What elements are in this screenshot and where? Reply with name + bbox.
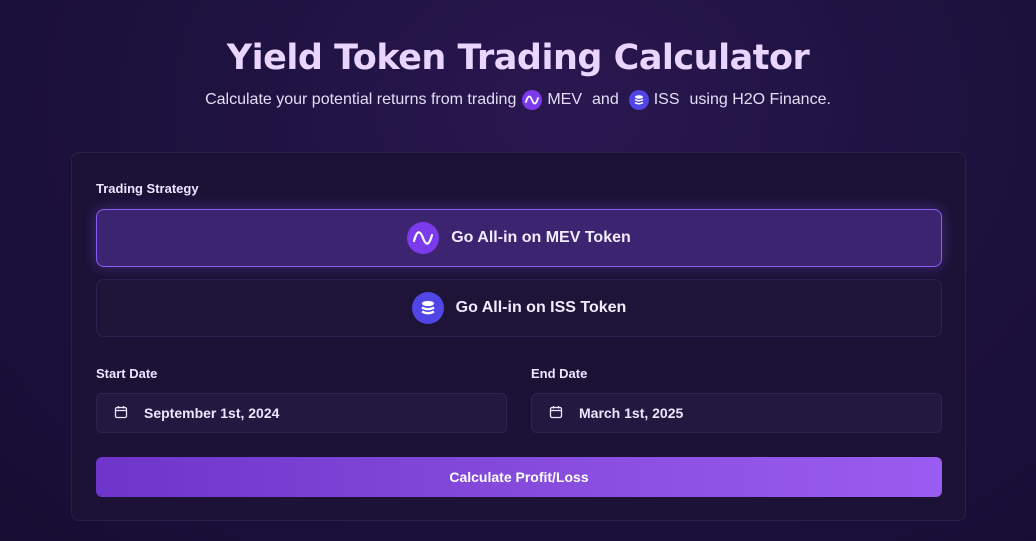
subtitle-conjunction: and [592, 91, 619, 108]
subtitle-suffix: using H2O Finance. [689, 91, 831, 108]
start-date-picker[interactable]: September 1st, 2024 [96, 393, 507, 433]
wave-icon [407, 222, 440, 254]
strategy-option-mev[interactable]: Go All-in on MEV Token [96, 209, 942, 267]
calculate-button[interactable]: Calculate Profit/Loss [96, 457, 942, 497]
page-title: Yield Token Trading Calculator [226, 38, 810, 78]
strategy-option-label: Go All-in on ISS Token [455, 299, 627, 316]
end-date-value: March 1st, 2025 [579, 405, 684, 421]
subtitle-prefix: Calculate your potential returns from tr… [205, 91, 517, 108]
coins-stack-icon [411, 292, 444, 324]
end-date-picker[interactable]: March 1st, 2025 [531, 393, 942, 433]
mev-token-tag: MEV [522, 90, 582, 110]
start-date-value: September 1st, 2024 [144, 405, 280, 421]
page-header: Yield Token Trading Calculator Calculate… [0, 38, 1036, 110]
calendar-icon [549, 405, 563, 422]
start-date-label: Start Date [96, 366, 158, 381]
end-date-label: End Date [531, 366, 588, 381]
calendar-icon [114, 405, 128, 422]
page-subtitle: Calculate your potential returns from tr… [0, 90, 1036, 110]
mev-token-label: MEV [547, 91, 583, 108]
calculator-card: Trading Strategy Go All-in on MEV Token … [71, 152, 966, 521]
iss-token-tag: ISS [628, 90, 680, 110]
wave-icon [522, 90, 543, 110]
strategy-option-iss[interactable]: Go All-in on ISS Token [96, 279, 942, 337]
iss-token-label: ISS [653, 91, 680, 108]
coins-stack-icon [628, 90, 649, 110]
strategy-label: Trading Strategy [96, 181, 199, 196]
strategy-option-label: Go All-in on MEV Token [451, 229, 631, 246]
